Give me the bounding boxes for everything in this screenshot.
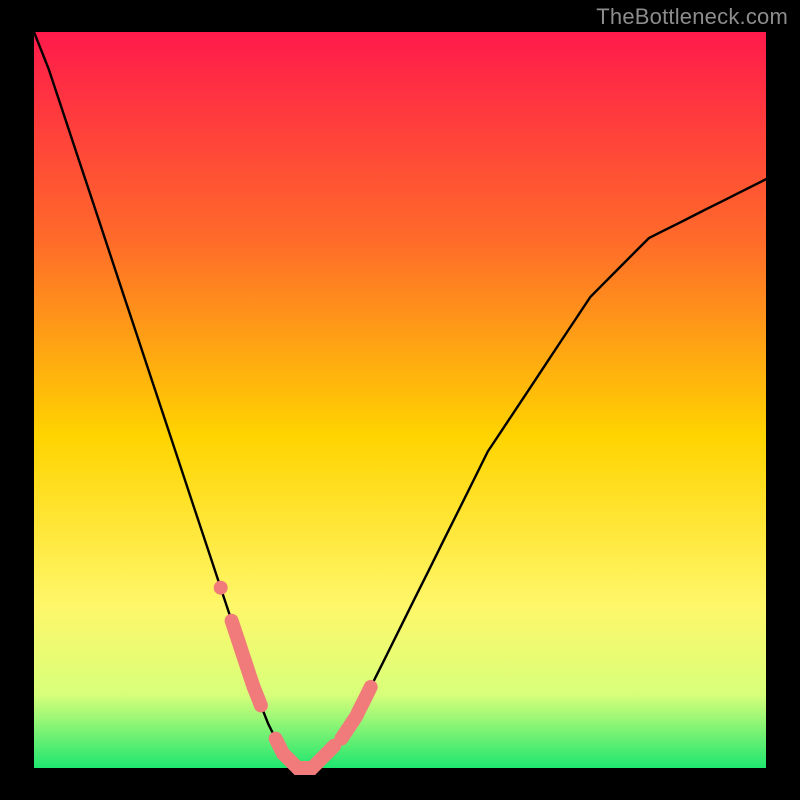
plot-background xyxy=(34,32,766,768)
curve-marker-dot xyxy=(214,581,228,595)
watermark-text: TheBottleneck.com xyxy=(596,4,788,30)
chart-container: TheBottleneck.com xyxy=(0,0,800,800)
bottleneck-chart xyxy=(0,0,800,800)
